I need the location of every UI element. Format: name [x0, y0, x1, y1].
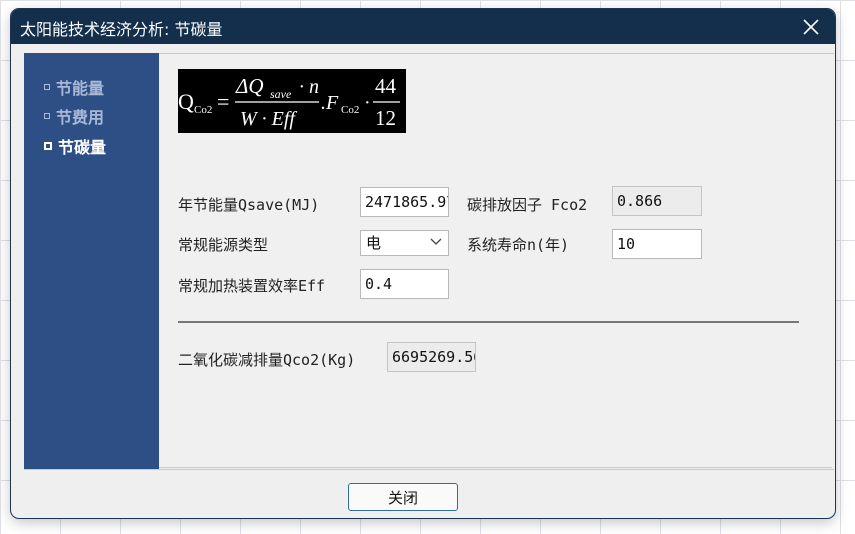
efficiency-field[interactable]: 0.4 — [360, 269, 449, 299]
sidebar-item-cost-saving[interactable]: 节费用 — [44, 105, 104, 127]
energy-type-value: 电 — [366, 234, 382, 252]
annual-saving-field[interactable]: 2471865.97 — [360, 187, 449, 217]
close-icon — [803, 18, 819, 35]
close-button[interactable]: 关闭 — [348, 483, 458, 511]
formula-num-delta: ΔQ — [235, 74, 264, 98]
formula-frac-num: 44 — [375, 74, 397, 98]
co2-reduction-field[interactable]: 6695269.56 — [387, 342, 476, 372]
formula-lhs-sub: Co2 — [194, 104, 212, 116]
formula-num-sub: save — [270, 87, 292, 101]
bullet-icon — [44, 113, 50, 119]
sidebar-item-label: 节能量 — [56, 79, 105, 98]
bullet-icon — [44, 142, 52, 150]
lifetime-field[interactable]: 10 — [612, 229, 702, 259]
bullet-icon — [44, 84, 50, 90]
carbon-factor-field[interactable]: 0.866 — [612, 186, 702, 216]
sidebar-item-label: 节碳量 — [58, 138, 107, 157]
dialog-window: 太阳能技术经济分析: 节碳量 节能量 节费用 节碳量 Q Co2 = ΔQ sa… — [11, 9, 835, 518]
chevron-down-icon — [430, 238, 442, 245]
section-divider — [178, 321, 799, 323]
sidebar-item-carbon-saving[interactable]: 节碳量 — [44, 135, 106, 157]
formula-mid: .F — [321, 92, 339, 114]
window-close-button[interactable] — [787, 9, 835, 44]
lifetime-label: 系统寿命n(年) — [467, 236, 570, 254]
sidebar-item-label: 节费用 — [56, 108, 105, 127]
formula-image: Q Co2 = ΔQ save · n W · Eff .F Co2 · 44 … — [178, 69, 406, 133]
title-bar[interactable]: 太阳能技术经济分析: 节碳量 — [11, 9, 835, 44]
window-title: 太阳能技术经济分析: 节碳量 — [20, 20, 223, 39]
formula-lhs: Q — [178, 89, 194, 114]
co2-reduction-label: 二氧化碳减排量Qco2(Kg) — [178, 351, 356, 369]
formula-mid-sub: Co2 — [341, 104, 359, 116]
formula-frac-den: 12 — [375, 106, 396, 130]
sidebar-item-energy-saving[interactable]: 节能量 — [44, 76, 104, 98]
close-button-label: 关闭 — [387, 488, 418, 507]
energy-type-select[interactable]: 电 — [360, 230, 449, 256]
carbon-factor-label: 碳排放因子 Fco2 — [467, 196, 588, 214]
energy-type-label: 常规能源类型 — [178, 236, 269, 254]
footer-separator — [159, 467, 832, 468]
efficiency-label: 常规加热装置效率Eff — [178, 277, 326, 295]
formula-den: W · Eff — [240, 108, 297, 130]
sidebar: 节能量 节费用 节碳量 — [24, 53, 159, 469]
annual-saving-label: 年节能量Qsave(MJ) — [178, 196, 320, 214]
formula-mid-dot: · — [364, 92, 371, 114]
formula-eq: = — [217, 89, 229, 114]
formula-num-tail: · n — [299, 76, 319, 98]
